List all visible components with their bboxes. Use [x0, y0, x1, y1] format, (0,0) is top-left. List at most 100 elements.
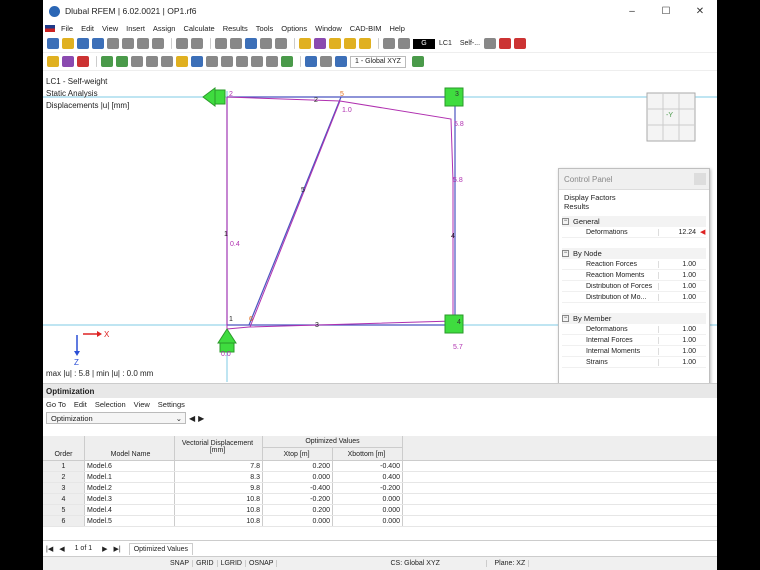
surface-icon[interactable]	[131, 56, 143, 67]
menu-edit-opt[interactable]: Edit	[74, 400, 87, 409]
line-icon[interactable]	[62, 56, 74, 67]
table-view-icon[interactable]	[236, 56, 248, 67]
new-icon[interactable]	[47, 38, 59, 49]
measure-icon[interactable]	[314, 38, 326, 49]
chevron-down-icon[interactable]: ⌄	[176, 414, 182, 423]
section-header[interactable]: − By Node	[562, 248, 706, 259]
optimize-icon[interactable]	[281, 56, 293, 67]
model-icon[interactable]	[245, 38, 257, 49]
menu-selection[interactable]: Selection	[95, 400, 126, 409]
row-reaction-moments[interactable]: Reaction Moments 1.00	[562, 270, 706, 281]
table-row[interactable]: 3 Model.2 9.8 -0.400 -0.200	[43, 483, 717, 494]
status-lgrid[interactable]: LGRID	[218, 560, 246, 567]
menu-assign[interactable]: Assign	[153, 24, 176, 33]
section-header[interactable]: − General	[562, 216, 706, 227]
next-icon[interactable]: ▶	[198, 414, 204, 423]
display-icon[interactable]	[275, 38, 287, 49]
copy-icon[interactable]	[137, 38, 149, 49]
menu-cad-bim[interactable]: CAD-BIM	[350, 24, 382, 33]
filter-icon[interactable]	[305, 56, 317, 67]
save-icon[interactable]	[92, 38, 104, 49]
language-flag-icon[interactable]	[45, 25, 55, 32]
search-icon[interactable]	[329, 38, 341, 49]
results-icon[interactable]	[499, 38, 512, 49]
menu-help[interactable]: Help	[389, 24, 404, 33]
collapse-icon[interactable]: −	[562, 250, 569, 257]
settings-icon[interactable]	[411, 56, 424, 67]
next-page-icon[interactable]: ▶	[102, 545, 107, 553]
section-header[interactable]: − By Member	[562, 313, 706, 324]
status-grid[interactable]: GRID	[193, 560, 218, 567]
table-row[interactable]: 1 Model.6 7.8 0.200 -0.400	[43, 461, 717, 472]
load-icon[interactable]	[176, 56, 188, 67]
tab-optimized-values[interactable]: Optimized Values	[128, 542, 194, 555]
load-case-select[interactable]: Self-...	[460, 40, 480, 47]
table-icon[interactable]	[215, 38, 227, 49]
open-icon[interactable]	[62, 38, 74, 49]
optimization-select[interactable]: Optimization ⌄	[46, 412, 186, 424]
collapse-icon[interactable]: −	[562, 218, 569, 225]
last-page-icon[interactable]: ▶|	[114, 545, 121, 553]
support-icon[interactable]	[101, 56, 113, 67]
support-node-3[interactable]	[444, 87, 464, 107]
prev-lc-icon[interactable]	[484, 38, 497, 49]
table-row[interactable]: 2 Model.1 8.3 0.000 0.400	[43, 472, 717, 483]
row-distribution-forces[interactable]: Distribution of Forces 1.00	[562, 281, 706, 292]
menu-insert[interactable]: Insert	[126, 24, 145, 33]
collapse-icon[interactable]: −	[562, 315, 569, 322]
menu-file[interactable]: File	[61, 24, 73, 33]
row-distribution-moments[interactable]: Distribution of Mo... 1.00	[562, 292, 706, 303]
print-report-icon[interactable]	[122, 38, 134, 49]
menu-calculate[interactable]: Calculate	[183, 24, 214, 33]
prev-icon[interactable]: ◀	[189, 414, 195, 423]
redo-icon[interactable]	[191, 38, 203, 49]
close-button[interactable]: ✕	[683, 6, 717, 17]
support-node-2[interactable]	[202, 87, 216, 107]
status-osnap[interactable]: OSNAP	[246, 560, 278, 567]
minimize-button[interactable]: –	[615, 6, 649, 17]
menu-options[interactable]: Options	[281, 24, 307, 33]
menu-window[interactable]: Window	[315, 24, 342, 33]
section-icon[interactable]	[206, 56, 218, 67]
zoom-icon[interactable]	[344, 38, 356, 49]
paste-icon[interactable]	[152, 38, 164, 49]
hinge-icon[interactable]	[116, 56, 128, 67]
menu-view[interactable]: View	[102, 24, 118, 33]
row-internal-forces[interactable]: Internal Forces 1.00	[562, 335, 706, 346]
row-deformations[interactable]: Deformations 12.24 ◀	[562, 227, 706, 238]
status-snap[interactable]: SNAP	[167, 560, 194, 567]
undo-icon[interactable]	[176, 38, 188, 49]
table-row[interactable]: 5 Model.4 10.8 0.200 0.000	[43, 505, 717, 516]
dimension-icon[interactable]	[161, 56, 173, 67]
print-icon[interactable]	[107, 38, 119, 49]
support-node-1[interactable]	[217, 328, 237, 344]
table-row[interactable]: 4 Model.3 10.8 -0.200 0.000	[43, 494, 717, 505]
menu-settings[interactable]: Settings	[158, 400, 185, 409]
first-page-icon[interactable]: |◀	[46, 545, 53, 553]
solid-icon[interactable]	[146, 56, 158, 67]
render-icon[interactable]	[359, 38, 371, 49]
row-internal-moments[interactable]: Internal Moments 1.00	[562, 346, 706, 357]
control-panel-close-icon[interactable]	[694, 173, 706, 185]
row-member-deformations[interactable]: Deformations 1.00	[562, 324, 706, 335]
design-icon[interactable]	[251, 56, 263, 67]
member-icon[interactable]	[77, 56, 89, 67]
prev-page-icon[interactable]: ◀	[59, 545, 64, 553]
frame-icon[interactable]	[320, 56, 332, 67]
grid-icon[interactable]	[383, 38, 395, 49]
navigator-icon[interactable]	[230, 38, 242, 49]
window-icon[interactable]	[260, 38, 272, 49]
check-icon[interactable]	[266, 56, 278, 67]
menu-results[interactable]: Results	[223, 24, 248, 33]
view-icon[interactable]	[191, 56, 203, 67]
menu-view-opt[interactable]: View	[134, 400, 150, 409]
menu-edit[interactable]: Edit	[81, 24, 94, 33]
row-reaction-forces[interactable]: Reaction Forces 1.00	[562, 259, 706, 270]
row-strains[interactable]: Strains 1.00	[562, 357, 706, 368]
menu-go-to[interactable]: Go To	[46, 400, 66, 409]
cloud-icon[interactable]	[77, 38, 89, 49]
wire-icon[interactable]	[335, 56, 347, 67]
coordinate-system-select[interactable]: 1 - Global XYZ	[350, 55, 406, 68]
close-results-icon[interactable]	[514, 38, 527, 49]
menu-tools[interactable]: Tools	[256, 24, 274, 33]
